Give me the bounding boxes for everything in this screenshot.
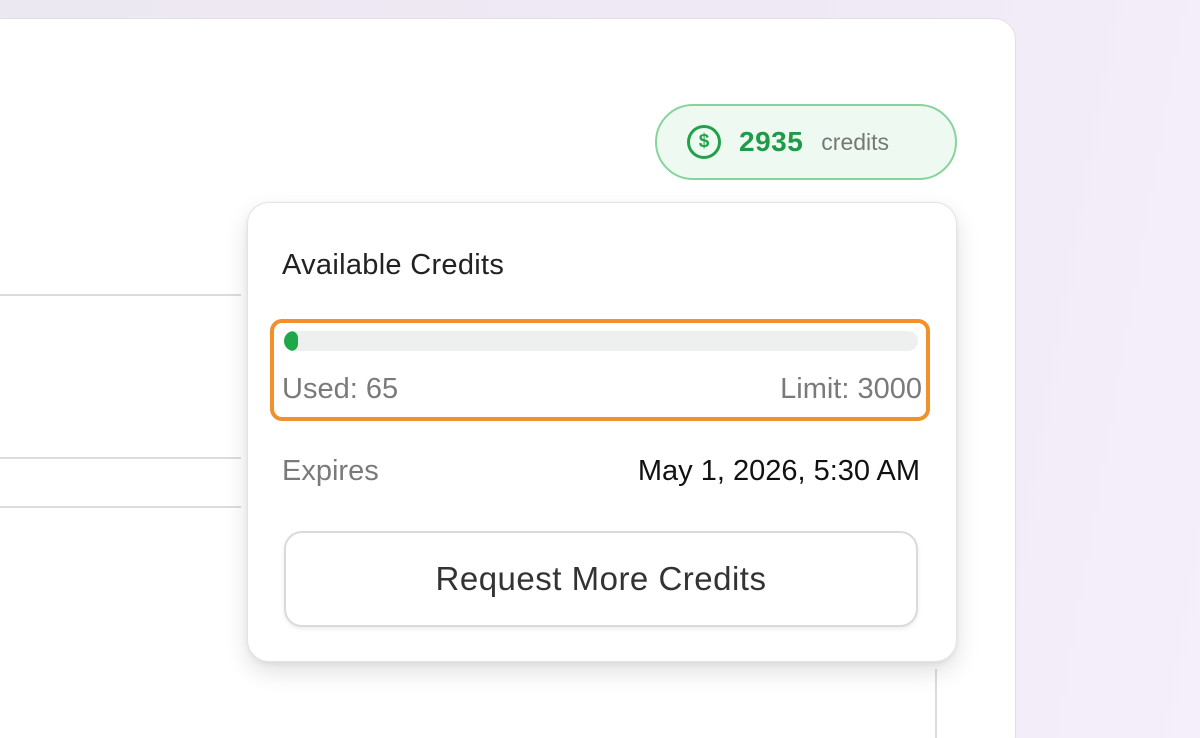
expires-value: May 1, 2026, 5:30 AM — [637, 455, 920, 487]
request-more-credits-button[interactable]: Request More Credits — [284, 531, 918, 627]
credits-count: 2935 — [739, 126, 804, 157]
row-divider — [0, 294, 241, 296]
row-divider — [0, 457, 241, 459]
popover-title: Available Credits — [282, 249, 505, 281]
used-label: Used: 65 — [282, 373, 399, 405]
credits-badge[interactable]: $ 2935 credits — [655, 104, 957, 180]
usage-progress-bar — [284, 331, 918, 351]
usage-highlight-box: Used: 65 Limit: 3000 — [270, 319, 930, 421]
column-divider — [935, 669, 937, 738]
expires-label: Expires — [282, 455, 379, 487]
limit-label: Limit: 3000 — [780, 373, 922, 405]
row-divider — [0, 506, 241, 508]
usage-progress-fill — [284, 331, 298, 351]
dollar-coin-icon: $ — [687, 125, 721, 159]
credits-unit-label: credits — [821, 128, 890, 155]
credits-popover: Available Credits Used: 65 Limit: 3000 E… — [247, 202, 957, 662]
